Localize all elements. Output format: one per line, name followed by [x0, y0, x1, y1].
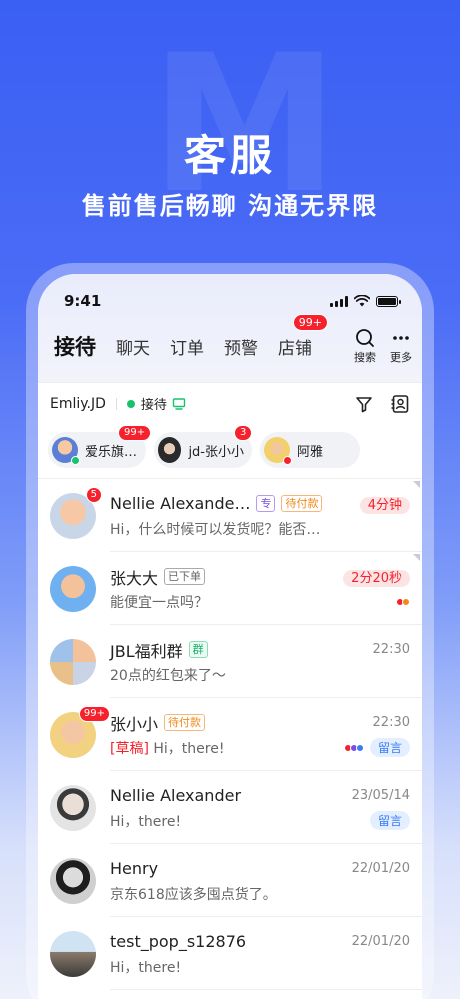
message-time: 22/01/20: [351, 861, 410, 876]
shop-avatar: [264, 437, 292, 465]
conversation-row[interactable]: JBL福利群 群 22:30 20点的红包来了～: [38, 625, 422, 698]
message-time: 22:30: [372, 642, 410, 657]
contact-name: JBL福利群: [110, 641, 183, 661]
divider: [115, 397, 117, 410]
last-message: Hi，there!: [110, 813, 182, 830]
contact-name: 张小小: [110, 714, 159, 734]
conversation-row[interactable]: 99+ 张小小 待付款 22:30 [草稿] Hi，there! 留言: [38, 698, 422, 771]
tag-pending-payment: 待付款: [281, 495, 323, 512]
conversation-row[interactable]: 张大大 已下单 2分20秒 能便宜一点吗？: [38, 552, 422, 625]
hero-subtitle: 售前售后畅聊 沟通无界限: [81, 192, 379, 220]
conversation-row[interactable]: test_pop_s12876 22/01/20 Hi，there!: [38, 917, 422, 990]
last-message: Hi，there!: [153, 740, 225, 757]
contacts-icon[interactable]: [390, 394, 410, 414]
conversation-list: 5 Nellie Alexande… 专 待付款 4分钟 Hi，什么时候可以发货…: [38, 478, 422, 990]
more-icon: [393, 336, 409, 340]
status-dot: [126, 399, 135, 408]
last-message: 能便宜一点吗？: [110, 594, 208, 611]
agent-status-bar: Emliy.JD 接待: [38, 382, 422, 424]
agent-name: Emliy.JD: [50, 395, 106, 412]
tab-chat[interactable]: 聊天: [116, 334, 150, 359]
app-header: 9:41 接待 聊天 订单 预警 店铺 99+ 搜索 更多: [38, 274, 422, 382]
status-time: 9:41: [64, 292, 102, 310]
message-time: 22:30: [372, 715, 410, 730]
pinned-corner: [413, 481, 420, 488]
subbar-actions: [354, 394, 410, 414]
filter-icon[interactable]: [354, 394, 374, 414]
shop-chip[interactable]: 阿雅: [260, 432, 360, 468]
online-dot: [71, 456, 80, 465]
wait-time-badge: 4分钟: [359, 497, 410, 514]
signal-icon: [330, 295, 348, 307]
shop-chip[interactable]: 爱乐旗… 99+: [48, 425, 152, 468]
shop-chip-label: 爱乐旗…: [85, 444, 138, 460]
battery-icon: [376, 295, 401, 307]
status-bar: 9:41: [38, 274, 422, 314]
more-button[interactable]: 更多: [390, 327, 412, 365]
pinned-corner: [413, 554, 420, 561]
leave-message-badge: 留言: [369, 811, 410, 830]
last-message: 20点的红包来了～: [110, 667, 226, 684]
tag-pending-payment: 待付款: [164, 714, 206, 731]
shop-avatar: [158, 437, 182, 463]
nav-actions: 搜索 更多: [354, 327, 412, 365]
hero-title: 客服: [183, 131, 276, 180]
shop-chip-label: 阿雅: [297, 444, 324, 460]
leave-message-badge: 留言: [369, 738, 410, 757]
contact-name: Nellie Alexander: [110, 786, 242, 805]
phone-screen: 9:41 接待 聊天 订单 预警 店铺 99+ 搜索 更多 Emliy.JD 接…: [38, 274, 422, 999]
channel-dots: [396, 597, 410, 606]
contact-name: test_pop_s12876: [110, 932, 247, 951]
offline-dot: [283, 456, 292, 465]
unread-badge: 99+: [78, 705, 110, 722]
contact-name: 张大大: [110, 568, 159, 588]
last-message: Hi，there!: [110, 959, 182, 976]
message-time: 22/01/20: [351, 934, 410, 949]
agent-status[interactable]: 接待: [141, 394, 167, 413]
avatar: [50, 784, 96, 831]
shop-chips: 爱乐旗… 99+ jd-张小小 3 阿雅: [38, 424, 422, 478]
tag-ordered: 已下单: [164, 568, 206, 585]
avatar: 99+: [50, 705, 110, 758]
tag-group: 群: [188, 641, 208, 658]
last-message: Hi，什么时候可以发货呢？能否…: [110, 521, 321, 538]
draft-label: [草稿]: [110, 740, 149, 757]
tab-store-label: 店铺: [278, 338, 312, 359]
message-time: 23/05/14: [351, 788, 410, 803]
avatar: [50, 565, 96, 612]
status-icons: [330, 295, 401, 307]
conversation-row[interactable]: 5 Nellie Alexande… 专 待付款 4分钟 Hi，什么时候可以发货…: [38, 479, 422, 552]
channel-dots: [343, 743, 364, 752]
wait-time-badge: 2分20秒: [343, 570, 410, 587]
shop-chip-badge: 99+: [118, 425, 152, 441]
unread-badge: 5: [85, 486, 102, 503]
tab-reception[interactable]: 接待: [54, 331, 96, 361]
tab-store[interactable]: 店铺 99+: [278, 313, 328, 359]
tab-alerts[interactable]: 预警: [224, 334, 258, 359]
shop-chip[interactable]: jd-张小小 3: [154, 425, 253, 468]
avatar: [50, 930, 96, 977]
avatar: [50, 857, 96, 904]
tab-orders[interactable]: 订单: [170, 334, 204, 359]
more-label: 更多: [390, 351, 412, 364]
wifi-icon: [354, 295, 370, 307]
search-label: 搜索: [354, 351, 376, 364]
top-nav: 接待 聊天 订单 预警 店铺 99+ 搜索 更多: [38, 313, 422, 378]
conversation-row[interactable]: Henry 22/01/20 京东618应该多囤点货了。: [38, 844, 422, 917]
monitor-icon: [172, 397, 186, 410]
avatar: 5: [50, 486, 102, 539]
last-message: 京东618应该多囤点货了。: [110, 886, 277, 903]
search-button[interactable]: 搜索: [354, 327, 376, 365]
conversation-row[interactable]: Nellie Alexander 23/05/14 Hi，there! 留言: [38, 771, 422, 844]
shop-avatar: [52, 437, 80, 465]
shop-chip-label: jd-张小小: [188, 444, 244, 460]
shop-chip-badge: 3: [234, 425, 253, 441]
contact-name: Henry: [110, 859, 159, 878]
store-badge: 99+: [292, 313, 328, 331]
tag-exclusive: 专: [256, 495, 276, 512]
search-icon: [356, 329, 374, 347]
contact-name: Nellie Alexande…: [110, 494, 251, 513]
group-avatar: [50, 638, 96, 685]
